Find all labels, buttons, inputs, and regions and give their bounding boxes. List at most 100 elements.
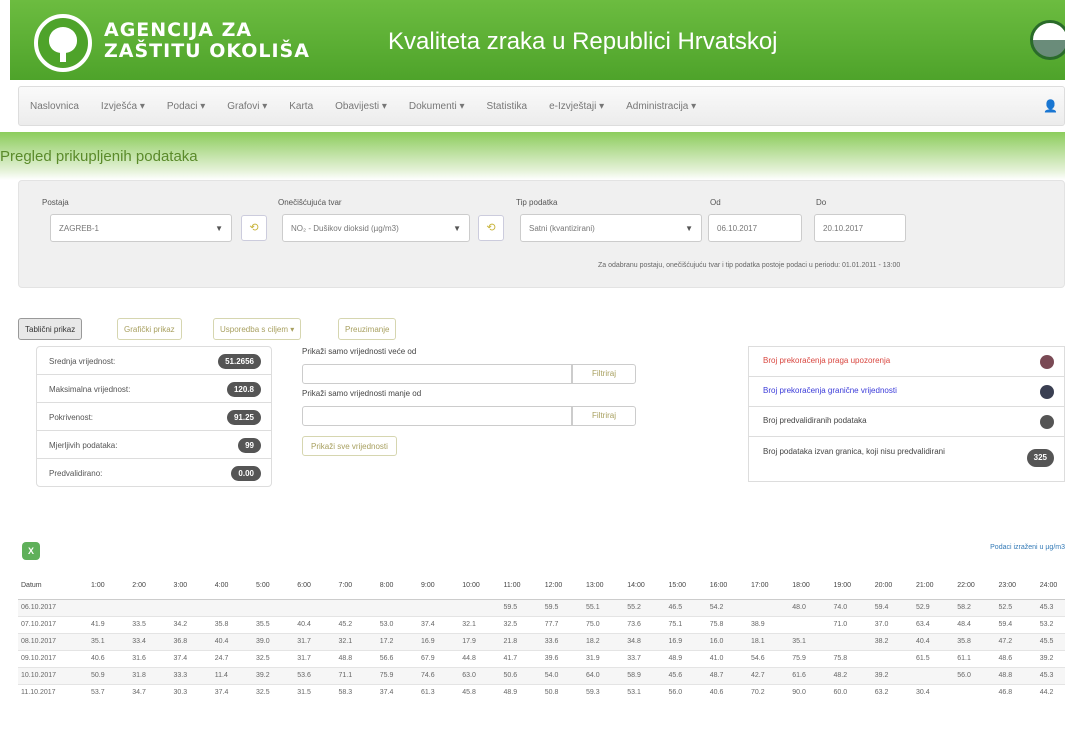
value-cell: 55.2 (624, 598, 666, 616)
value-cell: 53.6 (294, 666, 336, 684)
column-header[interactable]: 24:00 (1036, 573, 1065, 600)
column-header[interactable]: 5:00 (253, 573, 295, 600)
reset-pollutant-button[interactable]: ⟲ (478, 215, 504, 241)
column-header[interactable]: 23:00 (995, 573, 1037, 600)
column-header[interactable]: 12:00 (541, 573, 583, 600)
tab-download[interactable]: Preuzimanje (338, 318, 397, 340)
nav-item-4[interactable]: Karta (278, 101, 324, 112)
column-header[interactable]: 4:00 (211, 573, 253, 600)
value-cell: 54.0 (541, 666, 583, 684)
filter-greater-button[interactable]: Filtriraj (572, 364, 636, 384)
value-cell: 59.3 (583, 683, 625, 701)
value-cell: 75.0 (583, 615, 625, 633)
counter-row: Broj prekoračenja praga upozorenja (748, 346, 1065, 377)
column-header[interactable]: 11:00 (500, 573, 542, 600)
stat-value-badge: 99 (238, 438, 261, 453)
table-row: 07.10.2017 41.9 33.5 34.2 35.8 35.5 40.4 45.2 53… (18, 615, 1065, 633)
pollutant-select[interactable]: NO₂ - Dušikov dioksid (µg/m3) ▼ (282, 214, 470, 242)
value-cell: 56.0 (665, 683, 707, 701)
column-header[interactable]: 15:00 (665, 573, 707, 600)
tab-chart-view[interactable]: Grafički prikaz (117, 318, 182, 340)
column-header[interactable]: 22:00 (954, 573, 996, 600)
export-excel-icon[interactable]: X (22, 542, 40, 560)
stat-label: Maksimalna vrijednost: (49, 385, 131, 394)
value-cell: 34.8 (624, 632, 666, 650)
nav-item-6[interactable]: Dokumenti ▾ (398, 101, 476, 112)
nav-item-8[interactable]: e-Izvještaji ▾ (538, 101, 615, 112)
to-date-input[interactable]: 20.10.2017 (814, 214, 906, 242)
value-cell: 59.4 (871, 598, 913, 616)
value-cell: 45.3 (1036, 598, 1065, 616)
column-header[interactable]: 7:00 (335, 573, 377, 600)
column-header[interactable]: 16:00 (706, 573, 748, 600)
column-header[interactable]: 17:00 (748, 573, 790, 600)
column-header[interactable]: 20:00 (871, 573, 913, 600)
agency-name[interactable]: AGENCIJA ZA ZAŠTITU OKOLIŠA (104, 20, 310, 62)
hourly-data-table: Datum 1:00 2:00 3:00 4:00 5:00 6:00 7:00 8:00 9:0… (18, 573, 1065, 701)
value-cell: 48.8 (995, 666, 1037, 684)
counter-label: Broj podataka izvan granica, koji nisu p… (763, 447, 945, 456)
column-header[interactable]: 1:00 (88, 573, 130, 600)
filter-less-button[interactable]: Filtriraj (572, 406, 636, 426)
station-select[interactable]: ZAGREB-1 ▼ (50, 214, 232, 242)
value-cell: 74.0 (830, 598, 872, 616)
value-cell (418, 598, 460, 616)
column-header[interactable]: 9:00 (418, 573, 460, 600)
stat-label: Srednja vrijednost: (49, 357, 116, 366)
value-cell: 71.1 (335, 666, 377, 684)
value-cell: 41.0 (706, 649, 748, 667)
value-cell: 31.7 (294, 632, 336, 650)
value-cell: 31.9 (583, 649, 625, 667)
value-cell: 63.2 (871, 683, 913, 701)
value-cell: 39.6 (541, 649, 583, 667)
column-header[interactable]: 21:00 (913, 573, 955, 600)
units-link[interactable]: Podaci izraženi u µg/m3 (990, 544, 1065, 551)
value-cell (913, 666, 955, 684)
tree-trunk (60, 50, 66, 62)
column-header[interactable]: 19:00 (830, 573, 872, 600)
column-header[interactable]: 14:00 (624, 573, 666, 600)
column-header[interactable]: 18:00 (789, 573, 831, 600)
value-cell (335, 598, 377, 616)
user-icon[interactable]: 👤 (1043, 99, 1058, 113)
value-cell: 55.1 (583, 598, 625, 616)
agency-logo-icon[interactable] (34, 14, 92, 72)
value-cell: 37.0 (871, 615, 913, 633)
table-row: 11.10.2017 53.7 34.7 30.3 37.4 32.5 31.5 58.3 37… (18, 683, 1065, 701)
value-cell: 48.9 (665, 649, 707, 667)
value-cell: 35.5 (253, 615, 295, 633)
column-header[interactable]: 6:00 (294, 573, 336, 600)
date-cell: 07.10.2017 (18, 615, 88, 633)
less-than-input[interactable] (302, 406, 572, 426)
value-cell: 37.4 (211, 683, 253, 701)
date-cell: 09.10.2017 (18, 649, 88, 667)
less-than-label: Prikaži samo vrijednosti manje od (302, 389, 422, 398)
column-header[interactable]: 8:00 (376, 573, 418, 600)
nav-item-2[interactable]: Podaci ▾ (156, 101, 216, 112)
data-type-select[interactable]: Satni (kvantizirani) ▼ (520, 214, 702, 242)
nav-item-5[interactable]: Obavijesti ▾ (324, 101, 398, 112)
reset-station-button[interactable]: ⟲ (241, 215, 267, 241)
column-header[interactable]: 2:00 (129, 573, 171, 600)
tab-compare-target[interactable]: Usporedba s ciljem ▾ (213, 318, 302, 340)
value-cell: 53.0 (376, 615, 418, 633)
show-all-values-button[interactable]: Prikaži sve vrijednosti (302, 436, 397, 456)
value-cell (954, 683, 996, 701)
from-date-input[interactable]: 06.10.2017 (708, 214, 802, 242)
statistics-list: Srednja vrijednost: 51.2656 Maksimalna vri… (36, 346, 272, 487)
column-header[interactable]: 3:00 (170, 573, 212, 600)
column-header[interactable]: Datum (18, 573, 88, 600)
value-cell (253, 598, 295, 616)
nav-item-0[interactable]: Naslovnica (19, 101, 90, 112)
nav-item-7[interactable]: Statistika (475, 101, 538, 112)
nav-item-9[interactable]: Administracija ▾ (615, 101, 707, 112)
greater-than-input[interactable] (302, 364, 572, 384)
column-header[interactable]: 13:00 (583, 573, 625, 600)
agency-name-line2: ZAŠTITU OKOLIŠA (104, 40, 310, 62)
value-cell: 30.4 (913, 683, 955, 701)
nav-item-3[interactable]: Grafovi ▾ (216, 101, 278, 112)
column-header[interactable]: 10:00 (459, 573, 501, 600)
tab-table-view[interactable]: Tablični prikaz (18, 318, 83, 340)
nav-item-1[interactable]: Izvješća ▾ (90, 101, 156, 112)
value-cell: 61.1 (954, 649, 996, 667)
